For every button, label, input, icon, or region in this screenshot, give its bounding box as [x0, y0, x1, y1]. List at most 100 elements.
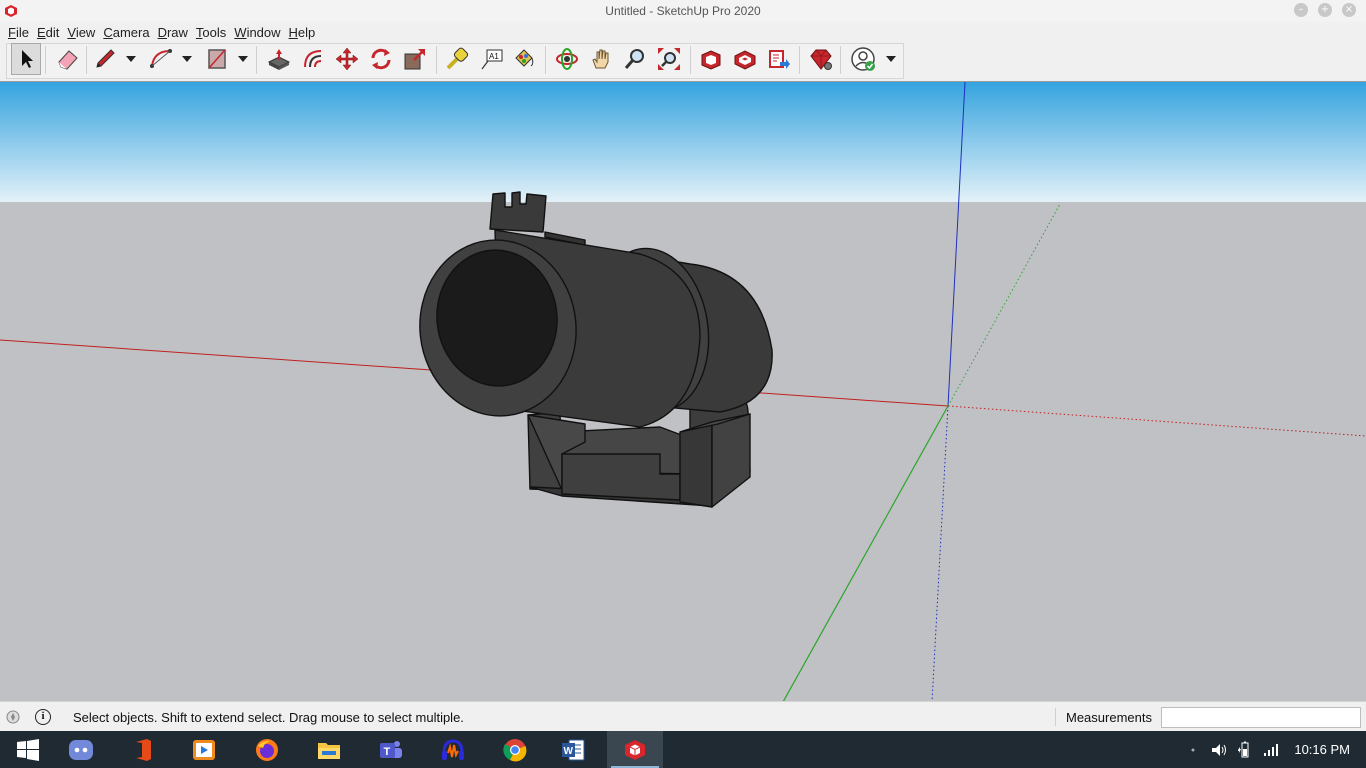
- tape-measure-tool-button[interactable]: [442, 43, 472, 75]
- taskbar-office[interactable]: [115, 731, 171, 768]
- zoom-tool-button[interactable]: [620, 43, 650, 75]
- status-separator: [1055, 708, 1056, 726]
- menu-camera-label: amera: [112, 24, 150, 40]
- volume-icon[interactable]: [1210, 741, 1228, 759]
- discord-icon: [69, 739, 93, 760]
- toolbar-separator: [840, 46, 841, 74]
- text-tool-button[interactable]: A1: [477, 43, 507, 75]
- system-tray: 10:16 PM: [1176, 731, 1366, 768]
- orbit-icon: [556, 48, 578, 70]
- show-hidden-icons-icon[interactable]: [1184, 741, 1202, 759]
- text-icon: A1: [481, 49, 503, 70]
- extension-manager-button[interactable]: [806, 43, 836, 75]
- menu-camera[interactable]: Camera: [99, 25, 153, 40]
- taskbar-word[interactable]: W: [545, 731, 601, 768]
- rectangle-dropdown[interactable]: [237, 52, 249, 66]
- windows-start-icon: [17, 738, 39, 761]
- audacity-icon: [442, 738, 464, 760]
- office-icon: [136, 738, 151, 761]
- rotate-tool-button[interactable]: [366, 43, 396, 75]
- sketchup-app-icon[interactable]: [4, 4, 18, 18]
- instructor-info-icon[interactable]: i: [35, 709, 51, 725]
- pan-tool-button[interactable]: [586, 43, 616, 75]
- menu-draw[interactable]: Draw: [154, 25, 192, 40]
- close-button[interactable]: ×: [1342, 3, 1356, 17]
- window-title: Untitled - SketchUp Pro 2020: [605, 4, 761, 18]
- geo-location-icon[interactable]: [6, 710, 20, 724]
- modeling-viewport[interactable]: [0, 81, 1366, 701]
- chevron-down-icon: [182, 56, 192, 62]
- account-button[interactable]: [848, 43, 878, 75]
- sketchup-window: Untitled - SketchUp Pro 2020 – + × File …: [0, 0, 1366, 768]
- menu-window-accel: W: [234, 24, 247, 40]
- menu-draw-label: raw: [166, 24, 188, 40]
- push-pull-icon: [267, 49, 291, 70]
- menu-tools[interactable]: Tools: [192, 25, 230, 40]
- toolbar-separator: [256, 46, 257, 74]
- taskbar-audacity[interactable]: [425, 731, 481, 768]
- pencil-tool-button[interactable]: [90, 43, 120, 75]
- pan-icon: [592, 49, 609, 69]
- measurements-input[interactable]: [1161, 707, 1361, 728]
- menu-window[interactable]: Window: [230, 25, 284, 40]
- status-bar: i Select objects. Shift to extend select…: [0, 701, 1366, 731]
- word-icon: W: [562, 739, 585, 760]
- arc-dropdown[interactable]: [181, 52, 193, 66]
- media-player-icon: [193, 739, 215, 760]
- taskbar-firefox[interactable]: [239, 731, 295, 768]
- start-button[interactable]: [0, 731, 56, 768]
- chevron-down-icon: [126, 56, 136, 62]
- menu-file[interactable]: File: [4, 25, 33, 40]
- menu-help-label: elp: [297, 24, 316, 40]
- push-pull-tool-button[interactable]: [264, 43, 294, 75]
- menu-view[interactable]: View: [63, 25, 99, 40]
- eraser-icon: [58, 50, 78, 70]
- rectangle-tool-button[interactable]: [202, 43, 232, 75]
- menu-edit[interactable]: Edit: [33, 25, 63, 40]
- menu-edit-accel: E: [36, 24, 46, 40]
- menu-file-label: ile: [15, 24, 29, 40]
- scene-canvas[interactable]: [0, 82, 1366, 701]
- rotate-icon: [371, 48, 391, 70]
- arc-tool-button[interactable]: [146, 43, 176, 75]
- extension-warehouse-button[interactable]: [730, 43, 760, 75]
- move-tool-button[interactable]: [332, 43, 362, 75]
- offset-icon: [304, 50, 322, 68]
- menu-view-accel: V: [67, 24, 76, 40]
- taskbar-file-explorer[interactable]: [301, 731, 357, 768]
- 3d-warehouse-button[interactable]: [696, 43, 726, 75]
- svg-text:A1: A1: [489, 52, 499, 61]
- menu-help[interactable]: Help: [285, 25, 320, 40]
- offset-tool-button[interactable]: [298, 43, 328, 75]
- send-to-layout-button[interactable]: [764, 43, 794, 75]
- scale-icon: [404, 49, 425, 70]
- taskbar-sketchup[interactable]: [607, 731, 663, 768]
- toolbar-separator: [45, 46, 46, 74]
- select-tool-button[interactable]: [11, 43, 41, 75]
- taskbar-media-player[interactable]: [176, 731, 232, 768]
- chrome-icon: [503, 738, 527, 761]
- menu-file-accel: F: [8, 24, 16, 40]
- eraser-tool-button[interactable]: [53, 43, 83, 75]
- arc-icon: [150, 49, 172, 68]
- pencil-dropdown[interactable]: [125, 52, 137, 66]
- network-icon[interactable]: [1262, 741, 1280, 759]
- menu-bar: File Edit View Camera Draw Tools Window …: [0, 22, 1366, 42]
- minimize-button[interactable]: –: [1294, 3, 1308, 17]
- chevron-down-icon: [886, 56, 896, 62]
- account-dropdown[interactable]: [885, 52, 897, 66]
- taskbar-discord[interactable]: [53, 731, 109, 768]
- scale-tool-button[interactable]: [400, 43, 430, 75]
- orbit-tool-button[interactable]: [552, 43, 582, 75]
- paint-bucket-tool-button[interactable]: [508, 43, 538, 75]
- taskbar-clock[interactable]: 10:16 PM: [1294, 742, 1350, 757]
- maximize-button[interactable]: +: [1318, 3, 1332, 17]
- paint-bucket-icon: [515, 49, 534, 67]
- battery-icon[interactable]: [1236, 741, 1254, 759]
- windows-taskbar: T W 10:16 PM: [0, 731, 1366, 768]
- taskbar-chrome[interactable]: [487, 731, 543, 768]
- zoom-extents-tool-button[interactable]: [654, 43, 684, 75]
- taskbar-teams[interactable]: T: [363, 731, 419, 768]
- tape-measure-icon: [446, 47, 469, 70]
- zoom-icon: [624, 49, 644, 69]
